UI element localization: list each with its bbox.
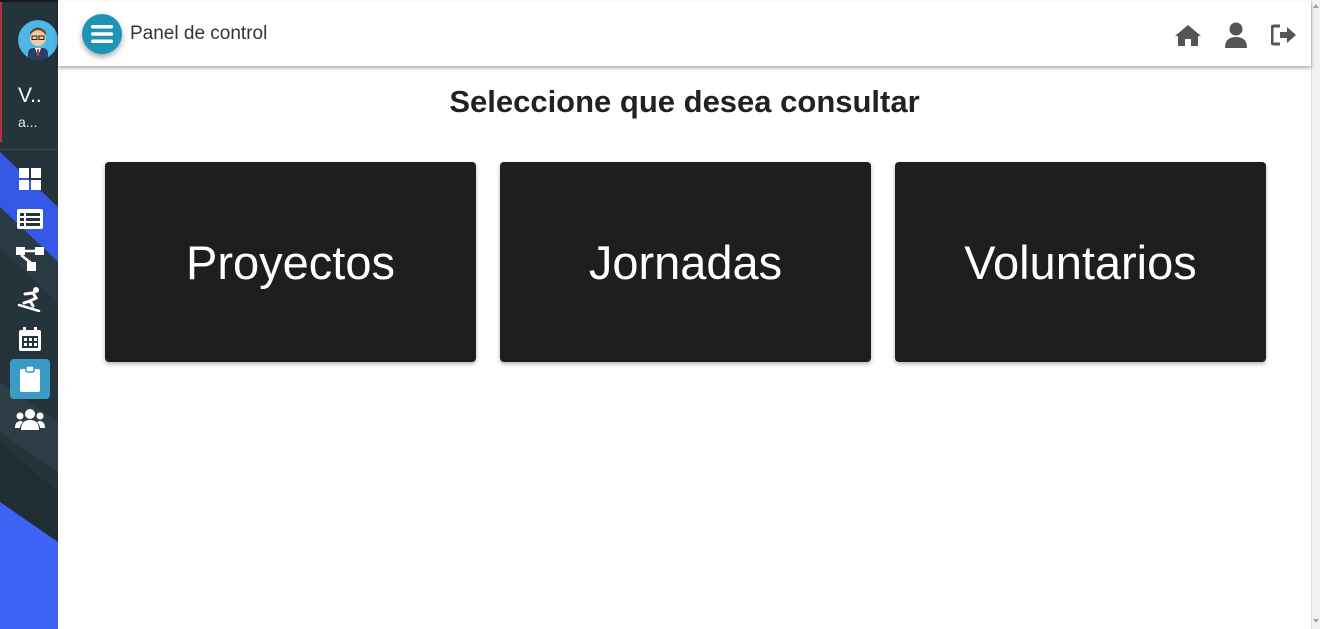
users-icon xyxy=(15,409,45,430)
topbar: Panel de control xyxy=(58,2,1311,66)
sidebar-item-list[interactable] xyxy=(10,199,50,239)
menu-toggle-button[interactable] xyxy=(82,14,122,54)
user-subtitle: a... xyxy=(18,114,38,130)
sidebar-item-activities[interactable] xyxy=(10,279,50,319)
section-heading: Seleccione que desea consultar xyxy=(449,84,920,119)
scroll-down-arrow-icon[interactable] xyxy=(1313,619,1319,623)
card-label: Proyectos xyxy=(186,235,395,289)
sidebar: V.. a... xyxy=(0,0,58,629)
page-scrollbar[interactable] xyxy=(1311,0,1320,629)
clipboard-icon xyxy=(20,366,40,392)
calendar-icon xyxy=(19,327,41,351)
hamburger-icon xyxy=(91,25,113,43)
user-name: V.. xyxy=(18,84,42,107)
card-label: Voluntarios xyxy=(964,235,1197,289)
home-button[interactable] xyxy=(1174,21,1202,49)
sidebar-item-users[interactable] xyxy=(10,399,50,439)
user-icon xyxy=(1225,22,1247,48)
sidebar-item-structure[interactable] xyxy=(10,239,50,279)
card-proyectos[interactable]: Proyectos xyxy=(105,162,476,362)
sidebar-item-dashboard[interactable] xyxy=(10,159,50,199)
card-jornadas[interactable]: Jornadas xyxy=(500,162,871,362)
logout-button[interactable] xyxy=(1270,21,1298,49)
sidebar-divider xyxy=(0,149,58,150)
avatar[interactable] xyxy=(18,20,58,60)
card-label: Jornadas xyxy=(588,235,783,289)
snowboarding-icon xyxy=(17,287,41,312)
home-icon xyxy=(1175,25,1201,46)
dashboard-grid-icon xyxy=(19,168,41,190)
sidebar-item-reports[interactable] xyxy=(10,359,50,399)
sign-out-icon xyxy=(1271,24,1296,46)
profile-button[interactable] xyxy=(1222,21,1250,49)
sidebar-item-calendar[interactable] xyxy=(10,319,50,359)
sitemap-icon xyxy=(16,247,44,271)
page-title: Panel de control xyxy=(130,23,268,44)
scroll-up-arrow-icon[interactable] xyxy=(1313,4,1319,8)
list-table-icon xyxy=(17,209,43,229)
card-voluntarios[interactable]: Voluntarios xyxy=(895,162,1266,362)
